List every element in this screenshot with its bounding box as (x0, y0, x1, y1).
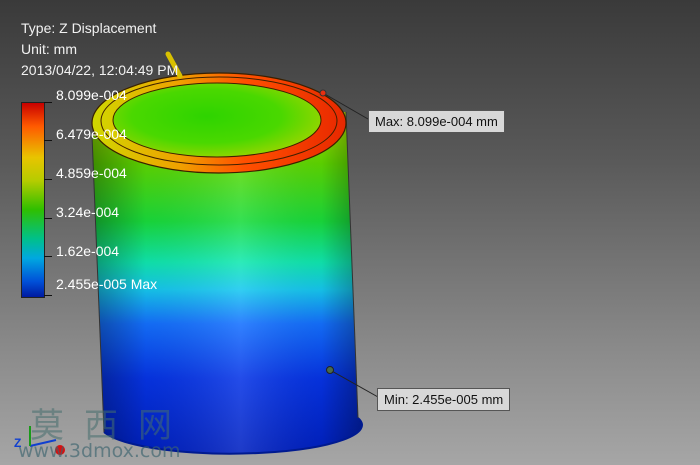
color-legend-bar (21, 102, 45, 298)
legend-tick (44, 295, 52, 296)
legend-label-min: 2.455e-005 Max (56, 276, 158, 292)
legend-tick (44, 102, 52, 103)
legend-tick (44, 140, 52, 141)
legend-tick (44, 218, 52, 219)
legend-label-5: 1.62e-004 (56, 243, 120, 259)
min-marker (326, 366, 334, 374)
legend-label-3: 4.859e-004 (56, 165, 127, 181)
triad-z-label: Z (14, 436, 22, 450)
legend-label-max: 8.099e-004 (56, 87, 127, 103)
result-timestamp: 2013/04/22, 12:04:49 PM (21, 62, 179, 78)
top-inner-opening (112, 82, 322, 158)
min-callout[interactable]: Min: 2.455e-005 mm (377, 388, 511, 411)
max-callout[interactable]: Max: 8.099e-004 mm (368, 110, 505, 133)
watermark-url: www.3dmox.com (18, 440, 181, 462)
legend-label-2: 6.479e-004 (56, 126, 127, 142)
max-marker (319, 89, 327, 97)
graphics-viewport[interactable]: Type: Z Displacement Unit: mm 2013/04/22… (0, 0, 700, 465)
legend-tick (44, 179, 52, 180)
legend-tick (44, 256, 52, 257)
result-unit: Unit: mm (21, 41, 77, 57)
legend-label-4: 3.24e-004 (56, 204, 120, 220)
result-info: Type: Z Displacement Unit: mm 2013/04/22… (21, 18, 178, 81)
result-type: Type: Z Displacement (21, 20, 157, 36)
